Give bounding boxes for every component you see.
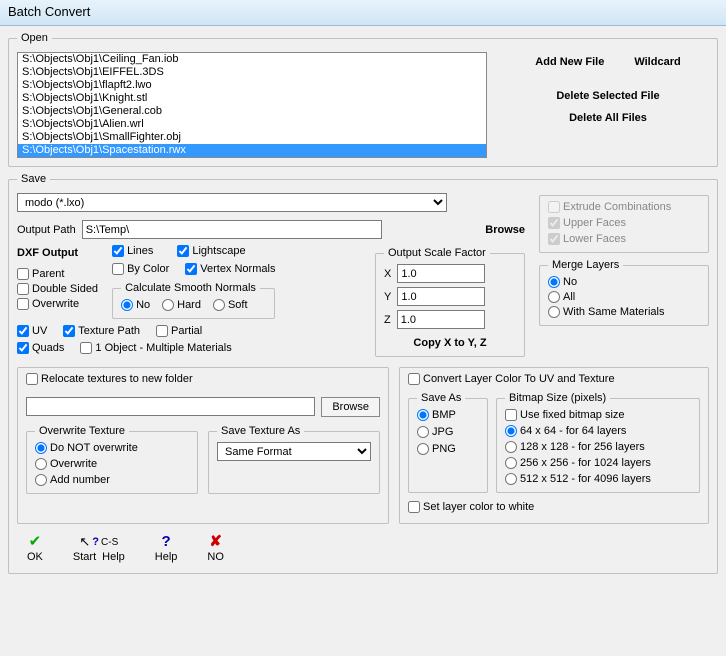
add-new-file-button[interactable]: Add New File	[535, 56, 604, 68]
size-256-radio[interactable]: 256 x 256 - for 1024 layers	[505, 457, 691, 469]
check-icon: ✔	[29, 532, 42, 550]
png-radio[interactable]: PNG	[417, 443, 479, 455]
overwrite-checkbox[interactable]: Overwrite	[17, 298, 98, 310]
open-group: Open S:\Objects\Obj1\Ceiling_Fan.iobS:\O…	[8, 32, 718, 167]
lower-faces-checkbox: Lower Faces	[548, 233, 700, 245]
file-list-item[interactable]: S:\Objects\Obj1\General.cob	[18, 105, 486, 118]
file-list-item[interactable]: S:\Objects\Obj1\SmallFighter.obj	[18, 131, 486, 144]
scale-group: Output Scale Factor X Y Z Copy X to Y, Z	[375, 247, 525, 357]
merge-all-radio[interactable]: All	[548, 291, 700, 303]
size-64-radio[interactable]: 64 x 64 - for 64 layers	[505, 425, 691, 437]
ow-add-radio[interactable]: Add number	[35, 474, 189, 486]
size-128-radio[interactable]: 128 x 128 - for 256 layers	[505, 441, 691, 453]
scale-z-input[interactable]	[397, 310, 485, 329]
bmp-radio[interactable]: BMP	[417, 409, 479, 421]
file-list-item[interactable]: S:\Objects\Obj1\EIFFEL.3DS	[18, 66, 486, 79]
browse-output-button[interactable]: Browse	[485, 224, 525, 236]
size-512-radio[interactable]: 512 x 512 - for 4096 layers	[505, 473, 691, 485]
file-list-item[interactable]: S:\Objects\Obj1\Knight.stl	[18, 92, 486, 105]
scale-x-input[interactable]	[397, 264, 485, 283]
help-button[interactable]: ? Help	[155, 533, 178, 563]
calc-normals-group: Calculate Smooth Normals No Hard Soft	[112, 282, 275, 319]
calc-soft-radio[interactable]: Soft	[213, 299, 248, 311]
lines-checkbox[interactable]: Lines	[112, 245, 153, 257]
jpg-radio[interactable]: JPG	[417, 426, 479, 438]
relocate-checkbox[interactable]: Relocate textures to new folder	[26, 373, 193, 385]
relocate-path-input[interactable]	[26, 397, 315, 416]
upper-faces-checkbox: Upper Faces	[548, 217, 700, 229]
window-title: Batch Convert	[8, 4, 90, 19]
output-path-label: Output Path	[17, 224, 76, 236]
output-path-input[interactable]	[82, 220, 382, 239]
file-list[interactable]: S:\Objects\Obj1\Ceiling_Fan.iobS:\Object…	[17, 52, 487, 158]
file-list-item[interactable]: S:\Objects\Obj1\Ceiling_Fan.iob	[18, 53, 486, 66]
save-legend: Save	[17, 173, 50, 185]
calc-hard-radio[interactable]: Hard	[162, 299, 201, 311]
dxf-heading: DXF Output	[17, 247, 98, 259]
vertex-normals-checkbox[interactable]: Vertex Normals	[185, 263, 275, 275]
parent-checkbox[interactable]: Parent	[17, 268, 98, 280]
file-list-item[interactable]: S:\Objects\Obj1\Spacestation.rwx	[18, 144, 486, 157]
format-select[interactable]: modo (*.lxo)	[17, 193, 447, 212]
delete-all-button[interactable]: Delete All Files	[569, 112, 647, 124]
relocate-browse-button[interactable]: Browse	[321, 397, 380, 417]
set-white-checkbox[interactable]: Set layer color to white	[408, 501, 534, 513]
merge-no-radio[interactable]: No	[548, 276, 700, 288]
ow-no-radio[interactable]: Do NOT overwrite	[35, 442, 189, 454]
lightscape-checkbox[interactable]: Lightscape	[177, 245, 245, 257]
ow-yes-radio[interactable]: Overwrite	[35, 458, 189, 470]
save-texture-as-select[interactable]: Same Format	[217, 442, 371, 461]
extrude-group: Extrude Combinations Upper Faces Lower F…	[539, 195, 709, 253]
title-bar: Batch Convert	[0, 0, 726, 26]
save-as-format-group: Save As BMP JPG PNG	[408, 392, 488, 493]
file-list-item[interactable]: S:\Objects\Obj1\Alien.wrl	[18, 118, 486, 131]
fixed-size-checkbox[interactable]: Use fixed bitmap size	[505, 409, 691, 421]
double-sided-checkbox[interactable]: Double Sided	[17, 283, 98, 295]
save-group: Save modo (*.lxo) Output Path Browse	[8, 173, 718, 574]
ok-button[interactable]: ✔ OK	[27, 532, 43, 563]
save-texture-as-group: Save Texture As Same Format	[208, 425, 380, 494]
one-object-checkbox[interactable]: 1 Object - Multiple Materials	[80, 342, 231, 354]
cross-icon: ✘	[209, 532, 222, 550]
delete-selected-button[interactable]: Delete Selected File	[556, 90, 659, 102]
texture-path-checkbox[interactable]: Texture Path	[63, 325, 140, 337]
merge-layers-group: Merge Layers No All With Same Materials	[539, 259, 709, 326]
quads-checkbox[interactable]: Quads	[17, 342, 64, 354]
cursor-icon: ↖	[79, 534, 90, 550]
extrude-checkbox: Extrude Combinations	[548, 201, 700, 213]
texture-group: Relocate textures to new folder Browse O…	[17, 367, 389, 524]
convert-layer-group: Convert Layer Color To UV and Texture Sa…	[399, 367, 709, 524]
calc-no-radio[interactable]: No	[121, 299, 150, 311]
overwrite-texture-group: Overwrite Texture Do NOT overwrite Overw…	[26, 425, 198, 494]
convert-layer-checkbox[interactable]: Convert Layer Color To UV and Texture	[408, 373, 615, 385]
help-icon: ?	[161, 533, 170, 550]
cs-help-button[interactable]: ↖ ? C-S StartHelp	[73, 534, 125, 563]
copy-x-button[interactable]: Copy X to Y, Z	[384, 337, 516, 349]
partial-checkbox[interactable]: Partial	[156, 325, 202, 337]
file-list-item[interactable]: S:\Objects\Obj1\flapft2.lwo	[18, 79, 486, 92]
no-button[interactable]: ✘ NO	[207, 532, 224, 563]
wildcard-button[interactable]: Wildcard	[634, 56, 680, 68]
merge-same-radio[interactable]: With Same Materials	[548, 306, 700, 318]
uv-checkbox[interactable]: UV	[17, 325, 47, 337]
open-legend: Open	[17, 32, 52, 44]
bycolor-checkbox[interactable]: By Color	[112, 263, 169, 275]
bitmap-size-group: Bitmap Size (pixels) Use fixed bitmap si…	[496, 392, 700, 493]
scale-y-input[interactable]	[397, 287, 485, 306]
